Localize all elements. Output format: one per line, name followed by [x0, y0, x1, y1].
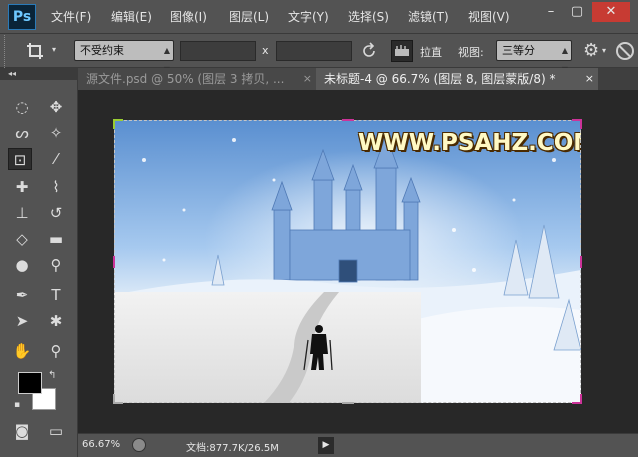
tab-label: 源文件.psd @ 50% (图层 3 拷贝, ... [86, 72, 285, 86]
menu-type[interactable]: 文字(Y) [288, 8, 329, 25]
cancel-icon[interactable] [616, 42, 634, 60]
tab-untitled-4[interactable]: 未标题-4 @ 66.7% (图层 8, 图层蒙版/8) * × [316, 68, 598, 90]
dodge-tool-icon[interactable]: ⚲ [44, 254, 68, 276]
menu-image[interactable]: 图像(I) [170, 8, 207, 25]
menu-bar: Ps 文件(F) 编辑(E) 图像(I) 图层(L) 文字(Y) 选择(S) 滤… [0, 0, 638, 34]
default-colors-icon[interactable]: ▪ [14, 400, 20, 410]
eraser-tool-icon[interactable]: ◇ [10, 228, 34, 250]
crop-icon[interactable] [26, 42, 44, 60]
eyedropper-tool-icon[interactable]: ⁄ [44, 148, 68, 170]
close-button[interactable]: ✕ [592, 2, 630, 22]
menu-layer[interactable]: 图层(L) [229, 8, 269, 25]
swap-colors-icon[interactable]: ↰ [48, 370, 56, 381]
screen-mode-icon[interactable]: ▭ [44, 420, 68, 442]
menu-select[interactable]: 选择(S) [348, 8, 389, 25]
options-grip [4, 35, 8, 68]
view-select-value: 三等分 [502, 44, 535, 57]
healing-brush-tool-icon[interactable]: ✚ [10, 176, 34, 198]
zoom-tool-icon[interactable]: ⚲ [44, 340, 68, 362]
marquee-tool-icon[interactable]: ◌ [10, 96, 34, 118]
minimize-button[interactable]: – [540, 2, 562, 22]
brush-tool-icon[interactable]: ⌇ [44, 176, 68, 198]
color-swatches: ↰ ▪ [14, 370, 56, 412]
shape-tool-icon[interactable]: ✱ [44, 310, 68, 332]
menu-edit[interactable]: 编辑(E) [111, 8, 152, 25]
ps-logo: Ps [8, 4, 36, 30]
width-field[interactable] [180, 41, 256, 61]
menu-view[interactable]: 视图(V) [468, 8, 510, 25]
tools-panel: ◂◂ ◌ ✥ ᔕ ✧ ⊡ ⁄ ✚ ⌇ ⊥ ↺ ◇ ▬ ● ⚲ ✒ T ➤ ✱ ✋… [0, 68, 78, 457]
stamp-tool-icon[interactable]: ⊥ [10, 202, 34, 224]
height-field[interactable] [276, 41, 352, 61]
status-menu-arrow-icon[interactable]: ▶ [318, 437, 334, 454]
gear-arrow-icon[interactable]: ▾ [602, 46, 606, 55]
zoom-level[interactable]: 66.67% [82, 439, 120, 450]
status-info-icon[interactable] [132, 438, 146, 452]
blur-tool-icon[interactable]: ● [10, 254, 34, 276]
close-icon[interactable]: × [303, 68, 312, 90]
document-tabs: 源文件.psd @ 50% (图层 3 拷贝, ... × 未标题-4 @ 66… [78, 68, 638, 90]
ratio-select-value: 不受约束 [80, 44, 124, 57]
tab-label: 未标题-4 @ 66.7% (图层 8, 图层蒙版/8) * [324, 72, 556, 86]
snow-path-layer [114, 292, 421, 403]
straighten-icon[interactable] [391, 40, 413, 62]
close-icon[interactable]: × [585, 68, 594, 90]
tab-source-file[interactable]: 源文件.psd @ 50% (图层 3 拷贝, ... × [78, 68, 316, 90]
straighten-label[interactable]: 拉直 [420, 44, 442, 60]
menu-filter[interactable]: 滤镜(T) [408, 8, 449, 25]
menu-file[interactable]: 文件(F) [51, 8, 91, 25]
quick-mask-icon[interactable]: ◙ [10, 420, 34, 442]
ratio-select[interactable]: 不受约束 ▲▼ [74, 40, 174, 74]
foreground-color-swatch[interactable] [18, 372, 42, 394]
magic-wand-tool-icon[interactable]: ✧ [44, 122, 68, 144]
pen-tool-icon[interactable]: ✒ [10, 284, 34, 306]
watermark-text: WWW.PSAHZ.COM [358, 130, 581, 156]
times-sign: x [262, 44, 269, 57]
gear-icon[interactable]: ⚙ [583, 40, 599, 61]
hand-tool-icon[interactable]: ✋ [10, 340, 34, 362]
history-brush-tool-icon[interactable]: ↺ [44, 202, 68, 224]
document-size-info: 文档:877.7K/26.5M [186, 443, 279, 454]
photoshop-window: Ps 文件(F) 编辑(E) 图像(I) 图层(L) 文字(Y) 选择(S) 滤… [0, 0, 638, 457]
document-canvas[interactable]: WWW.PSAHZ.COM [114, 120, 581, 403]
swap-rotate-icon[interactable] [360, 42, 378, 60]
canvas-area[interactable]: WWW.PSAHZ.COM [78, 90, 638, 433]
restore-button[interactable]: ▢ [566, 2, 588, 22]
view-select[interactable]: 三等分 ▲▼ [496, 40, 572, 74]
lasso-tool-icon[interactable]: ᔕ [10, 122, 34, 144]
view-label: 视图: [458, 46, 484, 59]
tools-collapse[interactable]: ◂◂ [0, 68, 78, 80]
path-selection-tool-icon[interactable]: ➤ [10, 310, 34, 332]
gradient-tool-icon[interactable]: ▬ [44, 228, 68, 250]
crop-tool-icon[interactable]: ⊡ [8, 148, 32, 170]
tool-preset-arrow-icon[interactable]: ▾ [52, 45, 56, 54]
type-tool-icon[interactable]: T [44, 284, 68, 306]
move-tool-icon[interactable]: ✥ [44, 96, 68, 118]
status-bar: 66.67% 文档:877.7K/26.5M ▶ [78, 433, 638, 457]
options-bar: ▾ 不受约束 ▲▼ x 拉直 视图: 三等分 ▲▼ ⚙ ▾ [0, 35, 638, 74]
